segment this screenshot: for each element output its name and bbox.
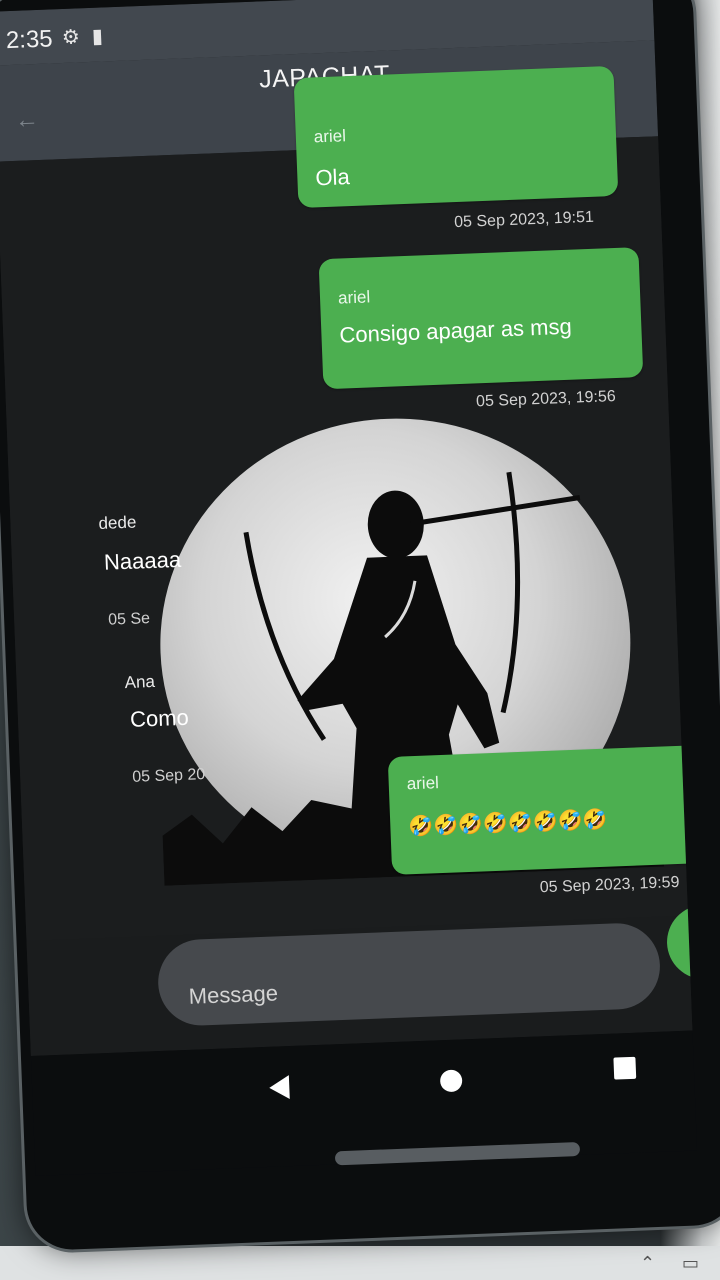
message-text: 🤣🤣🤣🤣🤣🤣🤣🤣 bbox=[407, 808, 608, 839]
message-timestamp: 05 Sep 20 bbox=[131, 766, 206, 786]
message-text: Naaaaa bbox=[103, 546, 182, 575]
message-sender: Ana bbox=[124, 671, 156, 693]
message-sender: dede bbox=[98, 512, 137, 533]
sim-card-icon: ▮ bbox=[91, 25, 104, 48]
message-timestamp: 05 Se bbox=[107, 610, 151, 629]
message-sender: ariel bbox=[313, 126, 347, 147]
back-triangle-icon[interactable] bbox=[267, 1074, 292, 1101]
recents-square-icon[interactable] bbox=[613, 1056, 637, 1080]
message-bubble-outgoing[interactable]: ariel 🤣🤣🤣🤣🤣🤣🤣🤣 bbox=[387, 745, 693, 875]
message-sender: ariel bbox=[406, 773, 440, 794]
arrow-left-icon[interactable]: ← bbox=[14, 106, 39, 135]
desktop-taskbar: ⌃ ▭ bbox=[0, 1246, 720, 1280]
home-circle-icon[interactable] bbox=[439, 1069, 463, 1093]
message-bubble-outgoing[interactable]: ariel Ola bbox=[293, 65, 619, 209]
message-text: Consigo apagar as msg bbox=[338, 313, 573, 348]
message-sender: ariel bbox=[337, 287, 371, 308]
gear-icon: ⚙ bbox=[61, 26, 81, 50]
message-text: Como bbox=[129, 704, 190, 732]
monitor-icon: ▭ bbox=[682, 1253, 700, 1273]
send-icon bbox=[688, 929, 693, 956]
message-bubble-outgoing[interactable]: ariel Consigo apagar as msg bbox=[318, 247, 644, 390]
status-time: 2:35 bbox=[5, 25, 54, 55]
message-placeholder: Message bbox=[188, 980, 279, 1009]
chevron-up-icon: ⌃ bbox=[640, 1253, 656, 1273]
message-text: Ola bbox=[314, 164, 351, 191]
phone-screen: 2:35 ⚙ ▮ ← JAPACHAT ariel O bbox=[0, 0, 693, 1056]
phone-device: 2:35 ⚙ ▮ ← JAPACHAT ariel O bbox=[0, 0, 720, 1252]
